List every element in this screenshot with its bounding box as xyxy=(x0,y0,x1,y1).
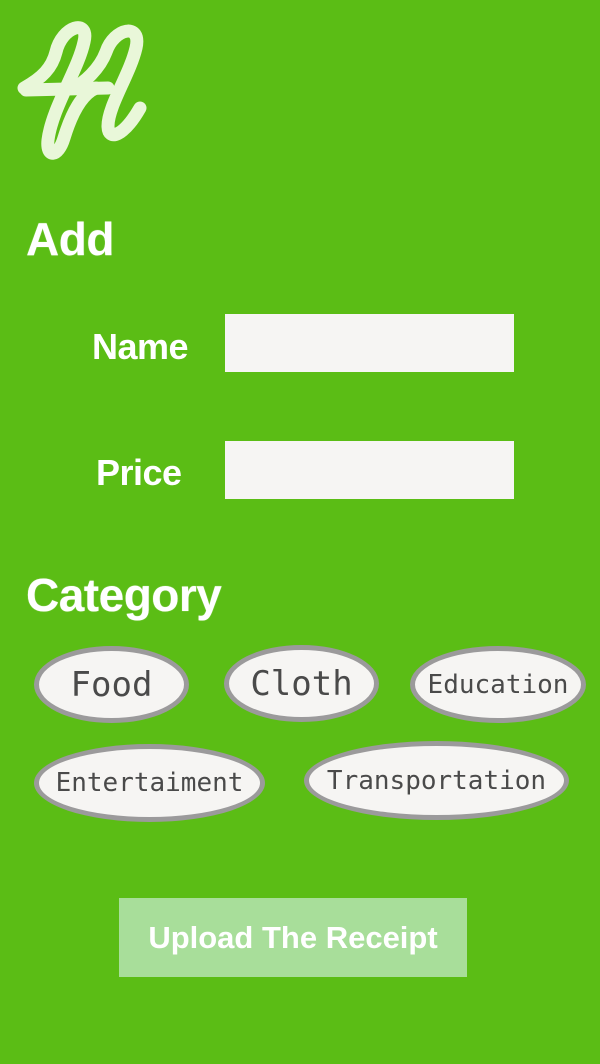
name-label: Name xyxy=(92,326,189,367)
category-chip-cloth[interactable]: Cloth xyxy=(224,645,379,722)
app-logo xyxy=(17,21,147,160)
name-input[interactable] xyxy=(225,314,514,372)
upload-receipt-button[interactable]: Upload The Receipt xyxy=(119,898,467,977)
upload-receipt-label: Upload The Receipt xyxy=(148,919,438,955)
category-chip-food[interactable]: Food xyxy=(34,646,189,723)
category-chip-label: Food xyxy=(70,664,153,705)
category-chip-label: Entertaiment xyxy=(55,768,244,798)
add-expense-screen: Add Name Price Category Food Cloth Educa… xyxy=(0,0,600,1064)
category-chip-label: Education xyxy=(427,669,569,700)
category-chip-label: Transportation xyxy=(326,765,547,796)
category-chip-transportation[interactable]: Transportation xyxy=(304,741,569,820)
add-title: Add xyxy=(26,213,114,265)
category-title: Category xyxy=(26,569,222,621)
category-chip-education[interactable]: Education xyxy=(410,646,586,723)
price-input[interactable] xyxy=(225,441,514,499)
category-chip-entertainment[interactable]: Entertaiment xyxy=(34,744,265,822)
category-chip-label: Cloth xyxy=(250,663,353,704)
price-label: Price xyxy=(96,452,182,493)
